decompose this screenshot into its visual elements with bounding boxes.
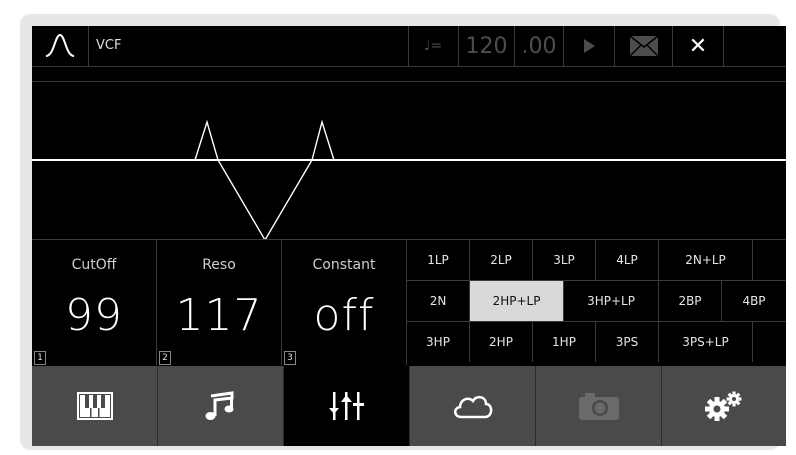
- knob-cutoff[interactable]: CutOff 99 1: [32, 239, 157, 365]
- camera-icon: [578, 393, 619, 420]
- knob-index: 3: [284, 351, 296, 365]
- knob-label: Constant: [312, 257, 376, 273]
- page-title: VCF: [96, 38, 122, 53]
- tempo-icon: ♩=: [408, 26, 459, 66]
- tempo-decimal[interactable]: .00: [515, 26, 564, 66]
- filter-type-label: 2N: [429, 294, 447, 308]
- close-button[interactable]: ✕: [673, 26, 724, 66]
- play-icon: [584, 39, 595, 53]
- screen: VCF ♩= 120 .00 ✕ CutOff 99 1 Reso 117 2 …: [32, 26, 786, 446]
- knob-reso[interactable]: Reso 117 2: [157, 239, 282, 365]
- filter-type-empty: [753, 321, 786, 362]
- filter-type-4lp[interactable]: 4LP: [596, 239, 659, 280]
- filter-type-1hp[interactable]: 1HP: [533, 321, 596, 362]
- filter-type-3lp[interactable]: 3LP: [533, 239, 596, 280]
- filter-type-2bp[interactable]: 2BP: [659, 280, 722, 321]
- close-icon: ✕: [688, 33, 708, 59]
- nav-keyboard-button[interactable]: [32, 366, 158, 446]
- filter-type-label: 4BP: [742, 294, 766, 308]
- piano-keys-icon: [76, 392, 113, 420]
- cloud-icon: [453, 395, 492, 419]
- filter-type-empty: [753, 239, 786, 280]
- nav-mixer-button[interactable]: [284, 366, 410, 446]
- filter-type-label: 2BP: [678, 294, 702, 308]
- mail-icon: [628, 35, 659, 57]
- sub-strip: [32, 67, 786, 82]
- filter-type-label: 2LP: [490, 253, 512, 267]
- knob-index: 1: [34, 351, 46, 365]
- filter-curve-icon[interactable]: [32, 26, 89, 66]
- filter-type-3hp-lp[interactable]: 3HP+LP: [564, 280, 659, 321]
- filter-type-2n-lp[interactable]: 2N+LP: [659, 239, 753, 280]
- knob-label: CutOff: [71, 257, 117, 273]
- nav-cloud-button[interactable]: [410, 366, 536, 446]
- filter-type-label: 3LP: [553, 253, 575, 267]
- gears-icon: [705, 391, 742, 421]
- knob-constant[interactable]: Constant off 3: [282, 239, 407, 365]
- knob-value: off: [313, 290, 375, 341]
- music-note-icon: [205, 391, 233, 420]
- filter-type-label: 2HP+LP: [492, 294, 541, 308]
- filter-type-3ps[interactable]: 3PS: [596, 321, 659, 362]
- filter-type-label: 3PS+LP: [682, 335, 729, 349]
- tempo-value[interactable]: 120: [459, 26, 515, 66]
- nav-camera-button: [536, 366, 662, 446]
- filter-type-2hp[interactable]: 2HP: [470, 321, 533, 362]
- filter-type-3ps-lp[interactable]: 3PS+LP: [659, 321, 753, 362]
- top-bar: VCF ♩= 120 .00 ✕: [32, 26, 786, 67]
- nav-settings-button[interactable]: [662, 366, 786, 446]
- tempo-value-text: 120: [465, 33, 508, 59]
- filter-type-label: 4LP: [616, 253, 638, 267]
- filter-type-1lp[interactable]: 1LP: [407, 239, 470, 280]
- mail-button[interactable]: [615, 26, 673, 66]
- nav-sequencer-button[interactable]: [158, 366, 284, 446]
- filter-type-2n[interactable]: 2N: [407, 280, 470, 321]
- filter-response-graph: [32, 82, 786, 242]
- filter-type-label: 3HP: [426, 335, 450, 349]
- knob-label: Reso: [202, 257, 236, 273]
- filter-type-label: 1HP: [552, 335, 576, 349]
- filter-type-2hp-lp[interactable]: 2HP+LP: [470, 280, 564, 321]
- tempo-icon-label: ♩=: [423, 38, 443, 54]
- mixer-sliders-icon: [328, 392, 364, 420]
- filter-type-label: 1LP: [427, 253, 449, 267]
- filter-type-3hp[interactable]: 3HP: [407, 321, 470, 362]
- bottom-nav: [32, 366, 786, 446]
- knob-value: 99: [65, 290, 123, 341]
- tempo-decimal-text: .00: [521, 33, 557, 59]
- filter-type-label: 3HP+LP: [587, 294, 635, 308]
- graph-response-curve: [194, 119, 335, 242]
- filter-type-4bp[interactable]: 4BP: [722, 280, 786, 321]
- knob-index: 2: [159, 351, 171, 365]
- filter-type-label: 2HP: [489, 335, 513, 349]
- play-button[interactable]: [564, 26, 615, 66]
- filter-type-2lp[interactable]: 2LP: [470, 239, 533, 280]
- filter-type-label: 2N+LP: [685, 253, 726, 267]
- knob-value: 117: [175, 290, 263, 341]
- filter-type-label: 3PS: [615, 335, 639, 349]
